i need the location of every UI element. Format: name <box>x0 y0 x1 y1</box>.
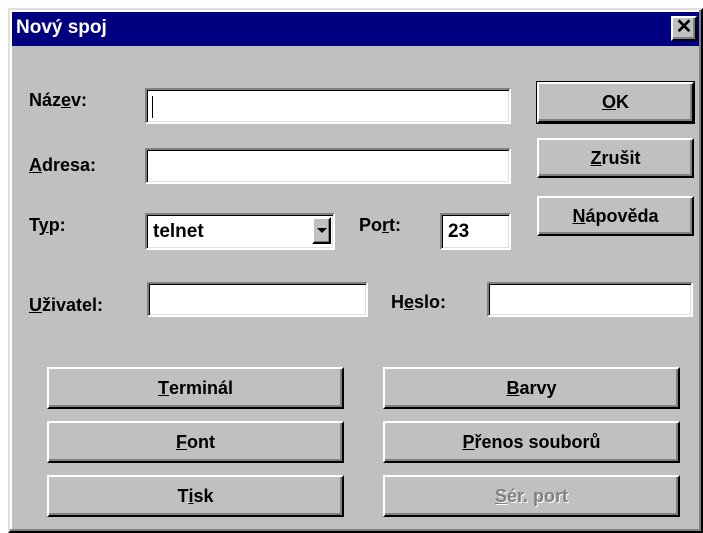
close-icon: ✕ <box>675 16 693 38</box>
terminal-button[interactable]: Terminál <box>47 367 344 409</box>
print-button[interactable]: Ti sk <box>47 475 344 517</box>
type-select[interactable]: telnet <box>145 213 335 250</box>
user-field[interactable] <box>147 282 368 317</box>
password-field[interactable] <box>487 282 693 317</box>
chevron-down-icon[interactable] <box>312 217 331 244</box>
port-field[interactable]: 23 <box>440 213 511 250</box>
user-label: Uživatel: <box>29 295 104 315</box>
ok-button[interactable]: OK <box>536 81 695 124</box>
colors-button[interactable]: Barvy <box>383 367 680 409</box>
text-caret <box>152 96 153 118</box>
font-button[interactable]: Font <box>47 421 344 463</box>
name-field[interactable] <box>145 88 511 124</box>
file-transfer-button[interactable]: Přenos souborů <box>383 421 680 463</box>
cancel-button[interactable]: Zrušit <box>537 138 694 178</box>
help-button[interactable]: Nápověda <box>537 196 694 236</box>
name-label: Název: <box>29 90 88 110</box>
type-select-value: telnet <box>153 221 204 242</box>
dialog-title: Nový spoj <box>16 17 107 38</box>
address-label: Adresa: <box>29 155 97 175</box>
address-field[interactable] <box>145 148 511 184</box>
title-bar[interactable]: Nový spoj ✕ <box>12 12 699 46</box>
new-connection-dialog: Nový spoj ✕ Název: Adresa: Typ: telnet P… <box>8 8 703 533</box>
port-label: Port: <box>359 215 402 235</box>
password-label: Heslo: <box>391 292 447 312</box>
close-button[interactable]: ✕ <box>671 16 697 41</box>
type-label: Typ: <box>29 215 66 235</box>
serial-port-button: Sér. port <box>383 475 680 517</box>
